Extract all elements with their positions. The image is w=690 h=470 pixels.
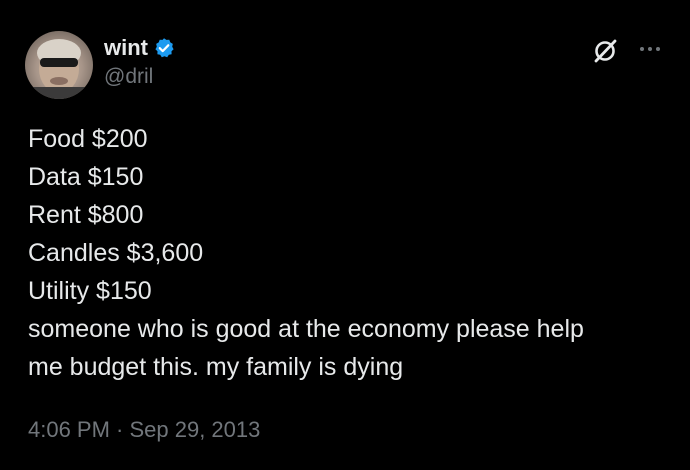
avatar-image [25,39,93,99]
tweet-line: someone who is good at the economy pleas… [28,315,584,343]
tweet-line: Candles $3,600 [28,239,204,267]
tweet-text: Food $200 Data $150 Rent $800 Candles $3… [28,120,668,386]
tweet-line: Utility $150 [28,277,152,305]
display-name[interactable]: wint [104,34,148,62]
tweet-line: me budget this. my family is dying [28,353,404,381]
tweet-line: Food $200 [28,125,148,153]
tweet-line: Data $150 [28,163,144,191]
tweet-timestamp[interactable]: 4:06 PM · Sep 29, 2013 [28,415,260,445]
author-block: wint @dril [104,34,175,90]
handle[interactable]: @dril [104,64,175,90]
tweet-line: Rent $800 [28,201,144,229]
avatar[interactable] [25,31,93,99]
more-options-icon[interactable] [636,37,664,61]
verified-badge-icon [153,37,175,59]
tweet-card: wint @dril Food $200 Data $150 Rent $800… [0,0,690,470]
grok-icon[interactable] [590,36,620,66]
name-row: wint [104,34,175,62]
